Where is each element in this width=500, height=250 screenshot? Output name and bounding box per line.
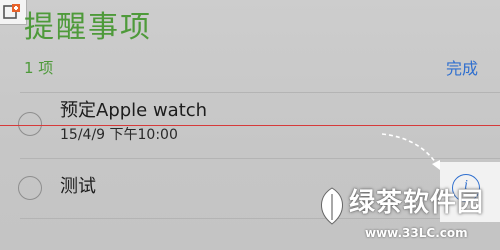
app-logo-icon	[0, 0, 27, 25]
reminder-count: 1 项	[24, 59, 54, 77]
leaf-logo-icon	[321, 187, 343, 225]
page-title: 提醒事项	[24, 10, 152, 45]
reminder-due-date: 15/4/9 下午10:00	[60, 127, 178, 143]
reminder-checkbox[interactable]	[18, 176, 42, 200]
watermark-brand: 绿茶软件园	[349, 188, 485, 218]
reminder-checkbox[interactable]	[18, 112, 42, 136]
reminders-screen: 提醒事项 1 项 完成 预定Apple watch 15/4/9 下午10:00…	[0, 0, 500, 250]
strike-line	[0, 125, 500, 126]
reminder-title[interactable]: 预定Apple watch	[60, 99, 207, 123]
done-button[interactable]: 完成	[446, 58, 478, 80]
watermark-url: www.33LC.com	[365, 226, 468, 240]
watermark: 绿茶软件园 www.33LC.com	[305, 184, 500, 250]
reminder-title[interactable]: 测试	[60, 175, 96, 199]
divider	[20, 92, 500, 93]
